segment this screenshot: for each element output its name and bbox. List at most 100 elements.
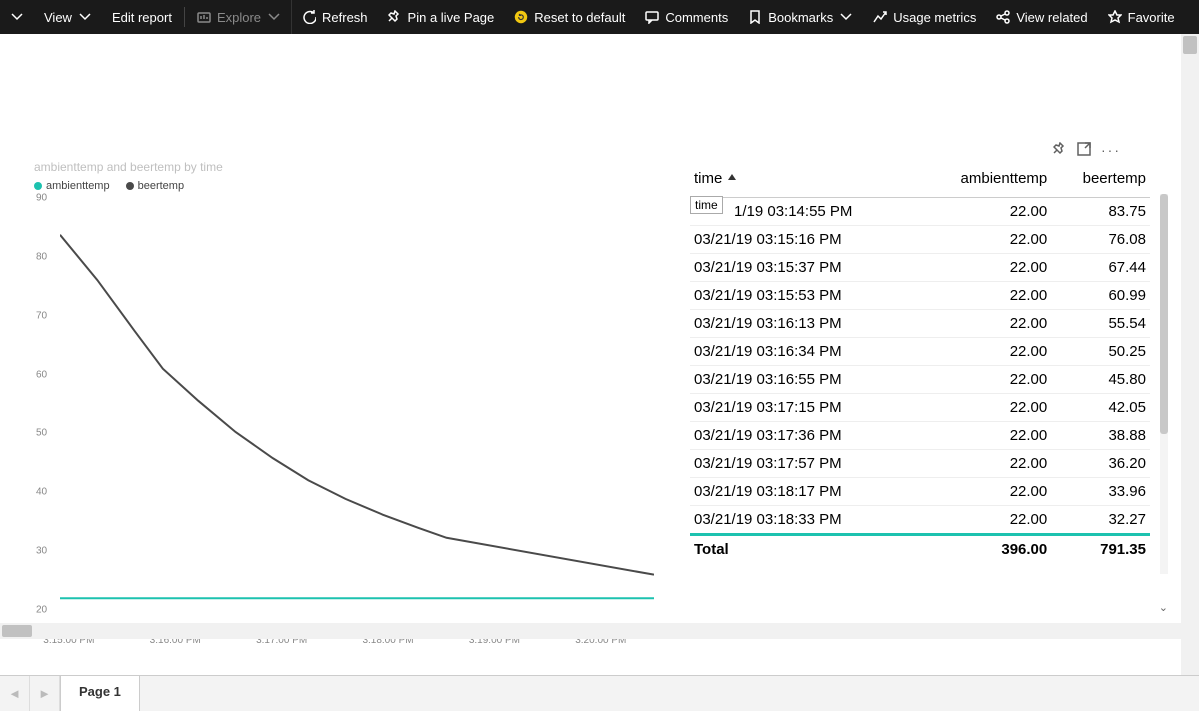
column-tooltip: time [690,196,723,214]
cell-beer: 38.88 [1051,422,1150,450]
view-label: View [44,10,72,25]
vertical-scrollbar[interactable] [1181,34,1199,675]
cell-beer: 42.05 [1051,394,1150,422]
cell-time: 03/21/19 03:15:16 PM [690,226,920,254]
y-tick-label: 20 [36,605,47,616]
usage-label: Usage metrics [893,10,976,25]
more-options-icon[interactable]: ··· [1101,142,1121,161]
cell-time: 1/19 03:14:55 PM [690,198,920,226]
horizontal-scrollbar[interactable] [0,623,1181,639]
total-ambient: 396.00 [920,535,1051,564]
usage-metrics-button[interactable]: Usage metrics [863,0,986,34]
cell-time: 03/21/19 03:16:13 PM [690,310,920,338]
table-visual[interactable]: time time ambienttemp beertemp 1/19 03:1… [690,164,1150,614]
col-header-time[interactable]: time [690,164,920,198]
cell-beer: 60.99 [1051,282,1150,310]
chevron-down-icon [10,10,24,24]
report-toolbar: View Edit report Explore Refresh Pin a l… [0,0,1199,34]
chevron-down-icon [78,10,92,24]
favorite-button[interactable]: Favorite [1098,0,1185,34]
v-scroll-thumb[interactable] [1183,36,1197,54]
chart-svg [60,198,654,610]
cell-time: 03/21/19 03:17:57 PM [690,450,920,478]
star-icon [1108,10,1122,24]
scroll-down-caret[interactable]: ⌄ [1159,601,1168,614]
line-chart-visual[interactable]: ambienttemp and beertemp by time ambient… [18,154,678,664]
cell-time: 03/21/19 03:15:53 PM [690,282,920,310]
bookmarks-label: Bookmarks [768,10,833,25]
pin-live-button[interactable]: Pin a live Page [378,0,505,34]
chart-plot-area[interactable]: 20304050607080903:15:00 PM3:16:00 PM3:17… [34,198,654,628]
view-related-button[interactable]: View related [986,0,1097,34]
bookmarks-menu[interactable]: Bookmarks [738,0,863,34]
table-row[interactable]: 03/21/19 03:16:34 PM22.0050.25 [690,338,1150,366]
cell-time: 03/21/19 03:15:37 PM [690,254,920,282]
comment-icon [645,10,659,24]
y-tick-label: 30 [36,546,47,557]
refresh-button[interactable]: Refresh [292,0,378,34]
focus-mode-icon[interactable] [1077,142,1091,161]
favorite-label: Favorite [1128,10,1175,25]
chevron-down-icon [839,10,853,24]
edit-report-button[interactable]: Edit report [102,0,182,34]
table-row[interactable]: 03/21/19 03:18:33 PM22.0032.27 [690,506,1150,535]
y-tick-label: 50 [36,428,47,439]
y-tick-label: 80 [36,251,47,262]
chevron-down-icon [267,10,281,24]
table-row[interactable]: 03/21/19 03:17:36 PM22.0038.88 [690,422,1150,450]
cell-time: 03/21/19 03:17:36 PM [690,422,920,450]
series-beertemp[interactable] [60,235,654,575]
cell-ambient: 22.00 [920,254,1051,282]
pin-visual-icon[interactable] [1053,142,1067,161]
cell-beer: 67.44 [1051,254,1150,282]
y-tick-label: 40 [36,487,47,498]
table-row[interactable]: 03/21/19 03:18:17 PM22.0033.96 [690,478,1150,506]
table-scrollbar[interactable] [1160,194,1168,574]
page-tab-1[interactable]: Page 1 [60,675,140,711]
cell-ambient: 22.00 [920,366,1051,394]
scrollbar-thumb[interactable] [1160,194,1168,434]
legend-swatch-teal [34,182,42,190]
explore-icon [197,10,211,24]
cell-time: 03/21/19 03:17:15 PM [690,394,920,422]
file-menu-chevron[interactable] [0,0,34,34]
chart-title: ambienttemp and beertemp by time [34,160,678,174]
cell-time: 03/21/19 03:18:33 PM [690,506,920,535]
data-table: time ambienttemp beertemp 1/19 03:14:55 … [690,164,1150,563]
h-scroll-thumb[interactable] [2,625,32,637]
table-row[interactable]: 03/21/19 03:15:16 PM22.0076.08 [690,226,1150,254]
total-label: Total [690,535,920,564]
total-beer: 791.35 [1051,535,1150,564]
table-header-row: time ambienttemp beertemp [690,164,1150,198]
refresh-icon [302,10,316,24]
legend-beertemp[interactable]: beertemp [126,180,184,192]
view-menu[interactable]: View [34,0,102,34]
cell-ambient: 22.00 [920,198,1051,226]
cell-beer: 36.20 [1051,450,1150,478]
legend-ambienttemp[interactable]: ambienttemp [34,180,110,192]
report-canvas[interactable]: ··· ambienttemp and beertemp by time amb… [0,34,1181,675]
table-row[interactable]: 03/21/19 03:15:37 PM22.0067.44 [690,254,1150,282]
visual-action-bar: ··· [1053,142,1121,161]
table-row[interactable]: 03/21/19 03:16:13 PM22.0055.54 [690,310,1150,338]
y-tick-label: 90 [36,193,47,204]
next-page-button[interactable]: ► [30,676,60,711]
prev-page-button[interactable]: ◄ [0,676,30,711]
comments-label: Comments [665,10,728,25]
cell-beer: 83.75 [1051,198,1150,226]
bookmark-icon [748,10,762,24]
table-row[interactable]: 1/19 03:14:55 PM22.0083.75 [690,198,1150,226]
col-header-ambienttemp[interactable]: ambienttemp [920,164,1051,198]
comments-button[interactable]: Comments [635,0,738,34]
table-total-row: Total396.00791.35 [690,535,1150,564]
table-row[interactable]: 03/21/19 03:17:15 PM22.0042.05 [690,394,1150,422]
cell-beer: 45.80 [1051,366,1150,394]
page-tabs-footer: ◄ ► Page 1 [0,675,1199,711]
cell-ambient: 22.00 [920,450,1051,478]
table-row[interactable]: 03/21/19 03:17:57 PM22.0036.20 [690,450,1150,478]
reset-default-button[interactable]: Reset to default [504,0,635,34]
col-header-beertemp[interactable]: beertemp [1051,164,1150,198]
table-row[interactable]: 03/21/19 03:16:55 PM22.0045.80 [690,366,1150,394]
table-row[interactable]: 03/21/19 03:15:53 PM22.0060.99 [690,282,1150,310]
edit-report-label: Edit report [112,10,172,25]
